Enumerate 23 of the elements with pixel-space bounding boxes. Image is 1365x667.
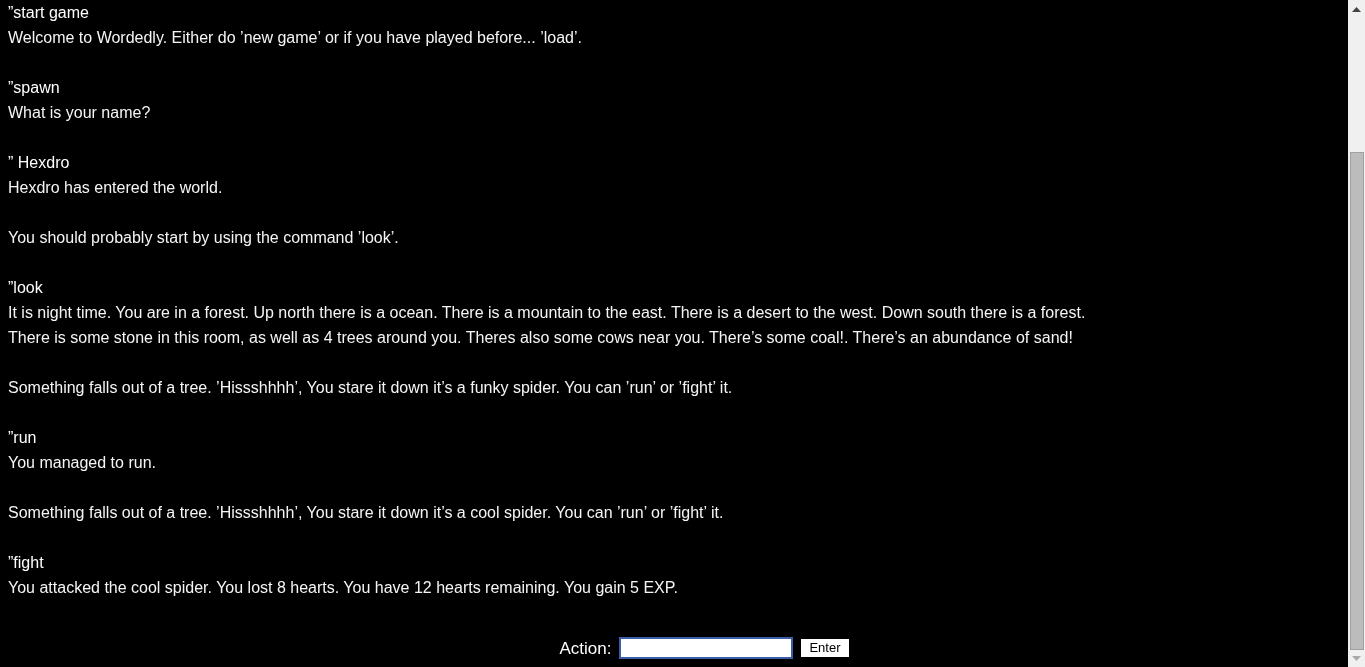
output-line: Something falls out of a tree. ’Hissshhhh’, You stare it down it’s a cool spider. You can ’run’ or ’fight’ it. (8, 503, 724, 523)
output-line: What is your name? (8, 103, 151, 123)
output-line: You managed to run. (8, 453, 156, 473)
command-line: ”run (8, 428, 37, 448)
scroll-down-icon[interactable] (1352, 656, 1361, 661)
command-line: ”start game (8, 3, 89, 23)
output-line: You should probably start by using the command ’look’. (8, 228, 399, 248)
output-line: Welcome to Wordedly. Either do ’new game’ or if you have played before... ’load’. (8, 28, 582, 48)
output-line: Something falls out of a tree. ’Hissshhhh’, You stare it down it’s a funky spider. You can ’run’ or ’fight’ it. (8, 378, 733, 398)
action-input-field[interactable] (619, 637, 794, 660)
output-line: Hexdro has entered the world. (8, 178, 223, 198)
scroll-up-icon[interactable] (1352, 7, 1361, 12)
scroll-thumb[interactable] (1349, 152, 1364, 650)
command-line: ” Hexdro (8, 153, 70, 173)
output-line: You attacked the cool spider. You lost 8 hearts. You have 12 hearts remaining. You gain 5 EXP. (8, 578, 678, 598)
output-line: It is night time. You are in a forest. Up north there is a ocean. There is a mountain to the east. There is a desert to the west. Down south there is a forest. (8, 303, 1086, 323)
scrollbar[interactable] (1348, 0, 1365, 667)
output-line: There is some stone in this room, as well as 4 trees around you. Theres also some cows near you. There’s some coal!. There’s an abundance of sand! (8, 328, 1073, 348)
enter-button[interactable]: Enter (801, 639, 849, 658)
action-label: Action: (559, 637, 612, 660)
command-line: ”look (8, 278, 43, 298)
command-line: ”fight (8, 553, 44, 573)
command-line: ”spawn (8, 78, 60, 98)
